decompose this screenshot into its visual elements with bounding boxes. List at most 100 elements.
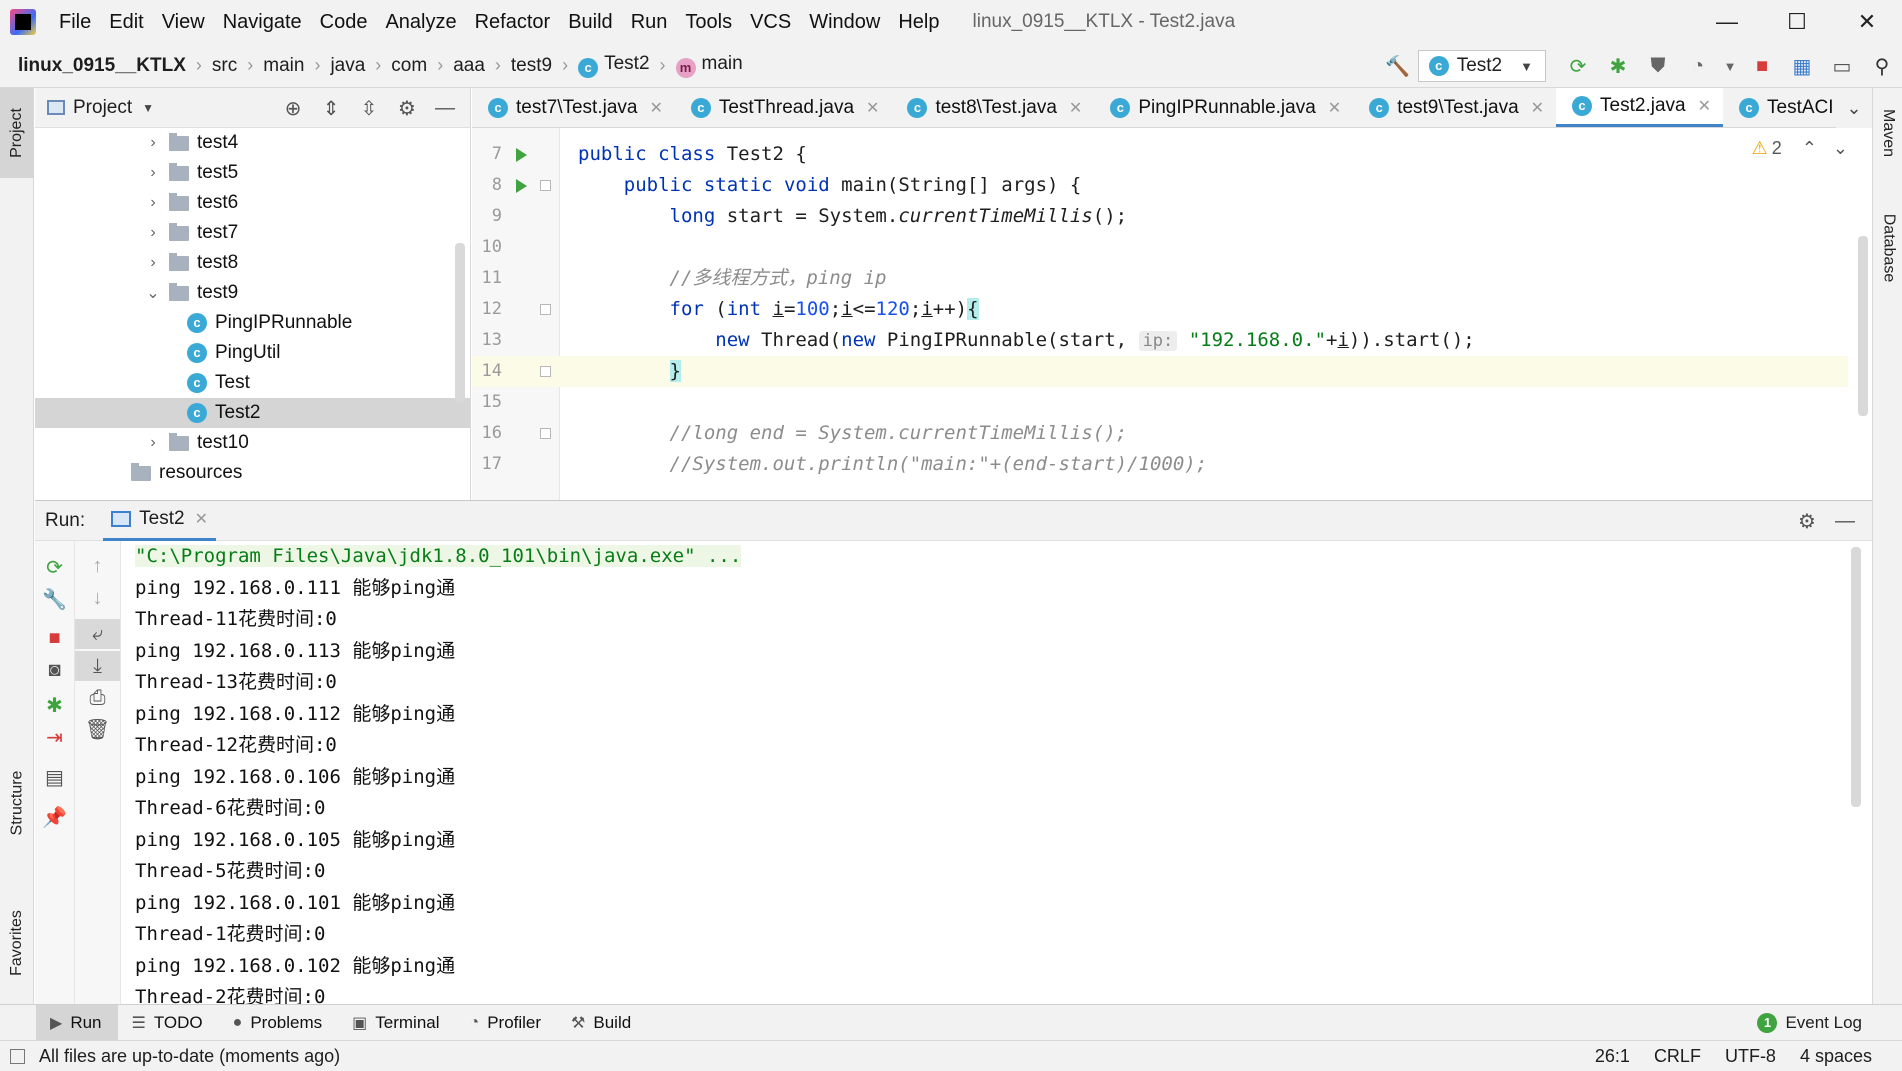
tree-item-test5[interactable]: › test5 [35,158,470,188]
collapse-all-icon[interactable]: ⇳ [350,96,388,121]
stop-icon[interactable]: ■ [1742,44,1782,88]
pin-icon[interactable]: 📌 [35,805,74,830]
tree-item-test4[interactable]: › test4 [35,128,470,158]
toolwindow-terminal-tab[interactable]: ▣ Terminal [338,1005,455,1041]
close-icon[interactable]: ✕ [195,509,208,529]
tab-test2-java[interactable]: c Test2.java ✕ [1556,88,1723,127]
chevron-right-icon[interactable]: › [143,224,163,242]
tree-item-test6[interactable]: › test6 [35,188,470,218]
breadcrumb-method[interactable]: m main [670,53,749,78]
tree-item-test2[interactable]: c Test2 [35,398,470,428]
scroll-to-end-icon[interactable]: ⤓ [75,651,120,681]
gutter-line[interactable]: 7 [472,139,560,170]
status-message[interactable]: All files are up-to-date (moments ago) [10,1046,340,1067]
file-encoding[interactable]: UTF-8 [1725,1046,1776,1067]
menu-edit[interactable]: Edit [100,0,152,44]
gutter-line[interactable]: 13 [472,325,560,356]
rerun-icon[interactable]: ⟳ [1558,44,1598,88]
gutter-line[interactable]: 14 [472,356,560,387]
fold-marker-icon[interactable] [540,304,551,315]
project-structure-icon[interactable]: ▦ [1782,44,1822,88]
trash-icon[interactable]: 🗑 [75,717,120,742]
menu-navigate[interactable]: Navigate [214,0,311,44]
chevron-down-icon[interactable]: ⌄ [1833,138,1848,159]
project-panel-title[interactable]: Project [73,97,132,119]
rerun-icon[interactable]: ⟳ [35,555,74,580]
breadcrumb-test9[interactable]: test9 [505,55,558,77]
debug-bug-icon[interactable]: ✱ [35,693,74,718]
tree-item-test7[interactable]: › test7 [35,218,470,248]
line-separator[interactable]: CRLF [1654,1046,1701,1067]
chevron-right-icon[interactable]: › [143,434,163,452]
maximize-button[interactable]: ☐ [1762,0,1832,44]
menu-analyze[interactable]: Analyze [376,0,465,44]
wrench-icon[interactable]: 🔧 [35,587,74,612]
hide-panel-icon[interactable]: — [426,97,464,120]
menu-window[interactable]: Window [800,0,889,44]
presentation-icon[interactable]: ▭ [1822,44,1862,88]
stop-icon[interactable]: ■ [35,627,74,650]
tab-pingiprunnable-java[interactable]: c PingIPRunnable.java ✕ [1094,88,1353,127]
toolwindow-project-tab[interactable]: Project [0,88,34,178]
gutter-line[interactable]: 11 [472,263,560,294]
gutter-line[interactable]: 12 [472,294,560,325]
gutter-line[interactable]: 17 [472,449,560,480]
build-hammer-icon[interactable]: 🔨 [1378,44,1418,88]
breadcrumb-project[interactable]: linux_0915__KTLX [0,55,192,77]
project-scrollbar[interactable] [455,243,465,403]
toolwindow-profiler-tab[interactable]: ◔ Profiler [456,1005,558,1041]
toolwindow-run-tab[interactable]: ▶ Run [36,1004,118,1041]
tree-item-test8[interactable]: › test8 [35,248,470,278]
menu-vcs[interactable]: VCS [741,0,800,44]
chevron-down-icon[interactable]: ⌄ [143,283,163,303]
profile-icon[interactable]: ◔ [1678,44,1718,88]
toolwindow-toggle-icon[interactable] [10,1048,25,1064]
toolwindow-database-tab[interactable]: Database [1873,188,1902,308]
chevron-down-icon[interactable]: ▼ [142,101,154,115]
locate-target-icon[interactable]: ⊕ [274,96,312,121]
editor-scrollbar[interactable] [1858,236,1868,416]
fold-marker-icon[interactable] [540,366,551,377]
console-output[interactable]: "C:\Program Files\Java\jdk1.8.0_101\bin\… [121,541,1861,1005]
chevron-right-icon[interactable]: › [143,254,163,272]
chevron-up-icon[interactable]: ⌃ [1802,138,1817,159]
fold-marker-icon[interactable] [540,180,551,191]
breadcrumb-java[interactable]: java [324,55,371,77]
breadcrumb-main[interactable]: main [257,55,310,77]
breadcrumb-class[interactable]: c Test2 [572,53,655,78]
tab-testaci[interactable]: c TestACI [1723,88,1846,127]
gutter-line[interactable]: 15 [472,387,560,418]
close-icon[interactable]: ✕ [1698,96,1711,116]
close-icon[interactable]: ✕ [866,98,879,118]
tree-item-test9[interactable]: ⌄ test9 [35,278,470,308]
tab-test7-test-java[interactable]: c test7\Test.java ✕ [472,88,675,127]
menu-file[interactable]: File [50,0,100,44]
toolwindow-favorites-tab[interactable]: Favorites [0,888,34,998]
menu-code[interactable]: Code [311,0,377,44]
menu-refactor[interactable]: Refactor [466,0,560,44]
gutter-line[interactable]: 10 [472,232,560,263]
run-tab-test2[interactable]: Test2 ✕ [103,501,216,541]
close-icon[interactable]: ✕ [1328,98,1341,118]
gear-icon[interactable]: ⚙ [388,96,426,121]
close-icon[interactable]: ✕ [1531,98,1544,118]
console-scrollbar[interactable] [1851,547,1861,807]
gutter-line[interactable]: 8 [472,170,560,201]
toolwindow-structure-tab[interactable]: Structure [0,748,34,858]
inspection-widget[interactable]: ⚠ 2 ⌃ ⌄ [1752,138,1848,159]
breadcrumb-src[interactable]: src [206,55,243,77]
debug-bug-icon[interactable]: ✱ [1598,44,1638,88]
tab-test9-test-java[interactable]: c test9\Test.java ✕ [1353,88,1556,127]
tree-item-resources[interactable]: resources [35,458,470,488]
tab-testthread-java[interactable]: c TestThread.java ✕ [675,88,892,127]
breadcrumb-aaa[interactable]: aaa [447,55,491,77]
minimize-button[interactable]: — [1692,0,1762,44]
gear-icon[interactable]: ⚙ [1788,509,1826,534]
toolwindow-problems-tab[interactable]: ● Problems [219,1005,338,1041]
close-icon[interactable]: ✕ [649,98,662,118]
close-icon[interactable]: ✕ [1069,98,1082,118]
run-gutter-icon[interactable] [516,179,527,193]
menu-run[interactable]: Run [622,0,677,44]
menu-help[interactable]: Help [889,0,948,44]
toolwindow-build-tab[interactable]: ⚒ Build [557,1005,647,1041]
